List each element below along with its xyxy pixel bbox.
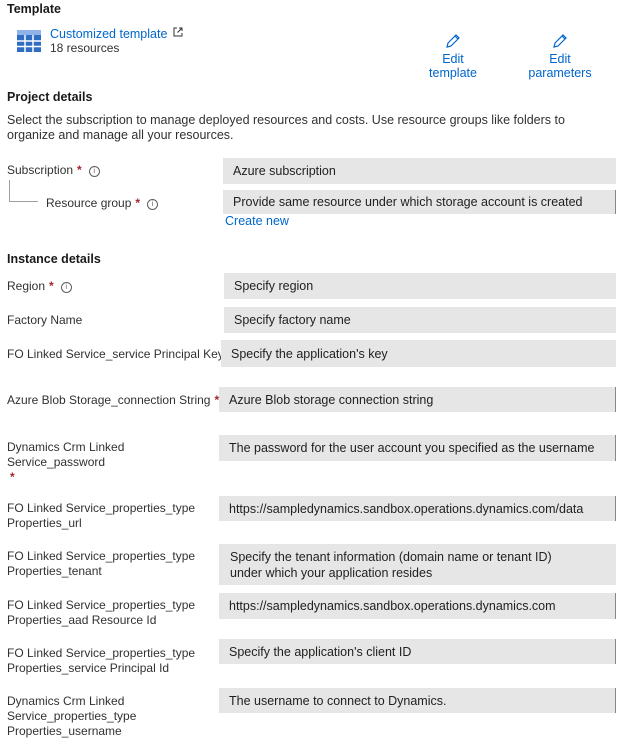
edit-template-label[interactable]: Edit template bbox=[418, 52, 488, 80]
resource-group-select[interactable]: Provide same resource under which storag… bbox=[223, 190, 616, 214]
template-grid-icon bbox=[17, 30, 41, 52]
fo-principal-id-label: FO Linked Service_properties_type Proper… bbox=[7, 646, 196, 675]
template-name[interactable]: Customized template bbox=[50, 27, 167, 41]
project-details-heading: Project details bbox=[7, 90, 93, 104]
crm-username-input[interactable]: The username to connect to Dynamics. bbox=[219, 688, 616, 713]
blob-connection-label: Azure Blob Storage_connection String * bbox=[7, 393, 219, 408]
crm-password-label-text: Dynamics Crm Linked Service_password bbox=[7, 440, 125, 469]
edit-parameters-label[interactable]: Edit parameters bbox=[518, 52, 602, 80]
crm-password-input[interactable]: The password for the user account you sp… bbox=[219, 435, 616, 461]
fo-principal-key-input[interactable]: Specify the application's key bbox=[221, 340, 616, 367]
fo-tenant-input[interactable]: Specify the tenant information (domain n… bbox=[219, 544, 616, 585]
edit-template-button[interactable]: Edit template bbox=[418, 32, 488, 80]
fo-principal-key-label: FO Linked Service_service Principal Key* bbox=[7, 347, 232, 362]
subscription-label-text: Subscription bbox=[7, 163, 74, 177]
project-description: Select the subscription to manage deploy… bbox=[7, 113, 565, 142]
fo-url-input[interactable]: https://sampledynamics.sandbox.operation… bbox=[219, 496, 616, 521]
template-resource-count: 18 resources bbox=[50, 41, 120, 55]
subscription-label: Subscription * i bbox=[7, 163, 100, 178]
pencil-icon bbox=[518, 32, 602, 52]
instance-details-heading: Instance details bbox=[7, 252, 101, 266]
info-icon[interactable]: i bbox=[60, 282, 72, 293]
factory-name-input[interactable]: Specify factory name bbox=[224, 307, 616, 333]
create-new-link[interactable]: Create new bbox=[225, 214, 289, 228]
crm-username-label: Dynamics Crm Linked Service_properties_t… bbox=[7, 694, 137, 738]
resource-group-label: Resource group * i bbox=[46, 196, 159, 211]
crm-password-label: Dynamics Crm Linked Service_password * bbox=[7, 440, 212, 485]
fo-principal-id-input[interactable]: Specify the application's client ID bbox=[219, 639, 616, 664]
resource-group-label-text: Resource group bbox=[46, 196, 132, 210]
info-icon[interactable]: i bbox=[147, 199, 159, 210]
blob-connection-input[interactable]: Azure Blob storage connection string bbox=[219, 387, 616, 412]
factory-name-label: Factory Name bbox=[7, 313, 83, 327]
region-label: Region * i bbox=[7, 279, 72, 294]
subscription-select[interactable]: Azure subscription bbox=[223, 158, 616, 184]
fo-aad-resource-input[interactable]: https://sampledynamics.sandbox.operation… bbox=[219, 593, 616, 619]
required-asterisk: * bbox=[135, 196, 141, 210]
required-asterisk: * bbox=[10, 470, 15, 484]
fo-aad-resource-label: FO Linked Service_properties_type Proper… bbox=[7, 598, 196, 627]
external-link-icon[interactable] bbox=[173, 26, 183, 40]
template-name-link[interactable]: Customized template bbox=[50, 26, 183, 41]
info-icon[interactable]: i bbox=[88, 166, 100, 177]
region-label-text: Region bbox=[7, 279, 46, 293]
template-heading: Template bbox=[7, 2, 61, 16]
fo-principal-key-label-text: FO Linked Service_service Principal Key bbox=[7, 347, 224, 361]
tree-connector bbox=[9, 180, 38, 202]
fo-url-label: FO Linked Service_properties_type Proper… bbox=[7, 501, 196, 530]
required-asterisk: * bbox=[49, 279, 54, 293]
required-asterisk: * bbox=[77, 163, 82, 177]
region-select[interactable]: Specify region bbox=[224, 273, 616, 299]
fo-tenant-label: FO Linked Service_properties_type Proper… bbox=[7, 549, 196, 578]
pencil-icon bbox=[418, 32, 488, 52]
edit-parameters-button[interactable]: Edit parameters bbox=[518, 32, 602, 80]
blob-connection-label-text: Azure Blob Storage_connection String bbox=[7, 393, 211, 407]
